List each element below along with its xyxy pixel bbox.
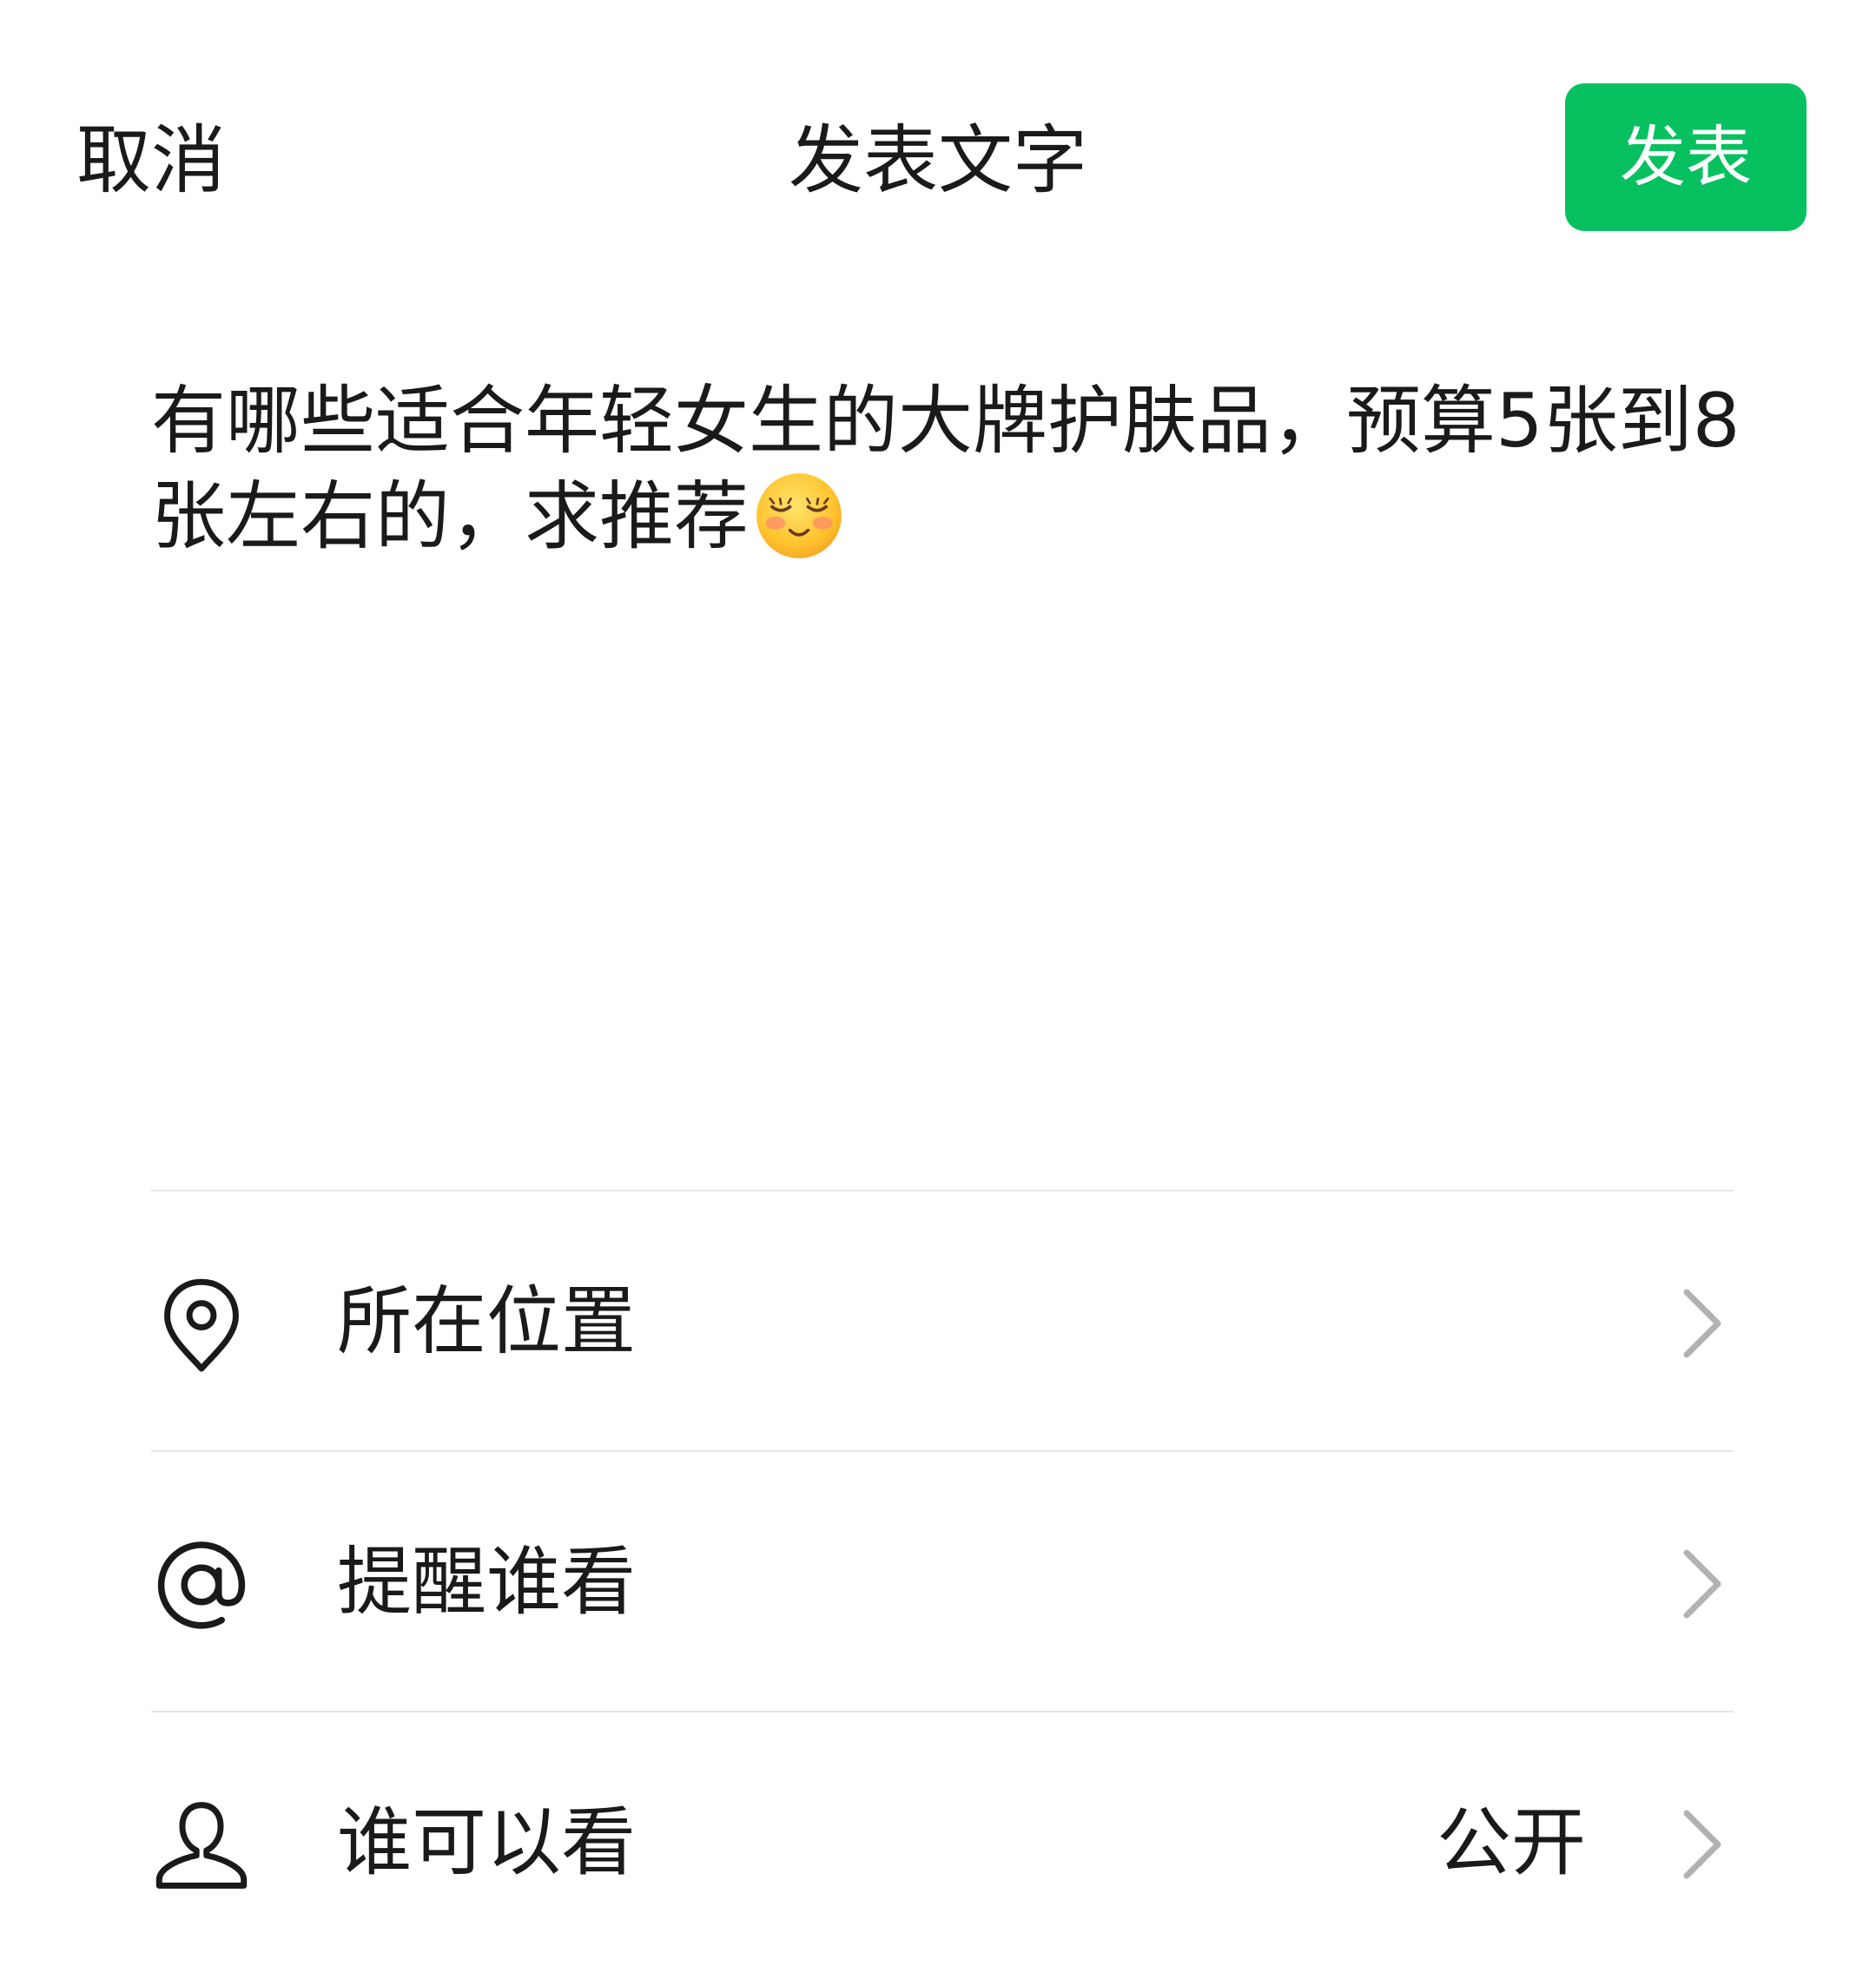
option-label: 所在位置: [337, 1278, 636, 1365]
publish-button[interactable]: 发表: [1565, 83, 1807, 231]
smiling-face-with-closed-eyes-blush-icon: [756, 473, 842, 558]
post-text: 有哪些适合年轻女生的大牌护肤品，预算5张到8张左右的，求推荐: [151, 378, 1741, 560]
chevron-right-icon: [1683, 1289, 1721, 1358]
option-label: 谁可以看: [337, 1799, 636, 1886]
top-bar: 取消 发表文字 发表: [0, 0, 1876, 243]
visibility-value: 公开: [1437, 1799, 1586, 1886]
option-visibility[interactable]: 谁可以看 公开: [151, 1712, 1734, 1973]
location-pin-icon: [164, 1278, 239, 1372]
option-mention[interactable]: 提醒谁看: [151, 1452, 1734, 1712]
post-text-input[interactable]: 有哪些适合年轻女生的大牌护肤品，预算5张到8张左右的，求推荐: [151, 373, 1741, 1155]
at-sign-icon: [157, 1541, 246, 1629]
option-label: 提醒谁看: [337, 1539, 636, 1626]
chevron-right-icon: [1683, 1549, 1721, 1619]
cancel-button[interactable]: 取消: [76, 113, 226, 208]
option-location[interactable]: 所在位置: [151, 1191, 1734, 1452]
person-icon: [155, 1802, 248, 1889]
chevron-right-icon: [1683, 1810, 1721, 1879]
